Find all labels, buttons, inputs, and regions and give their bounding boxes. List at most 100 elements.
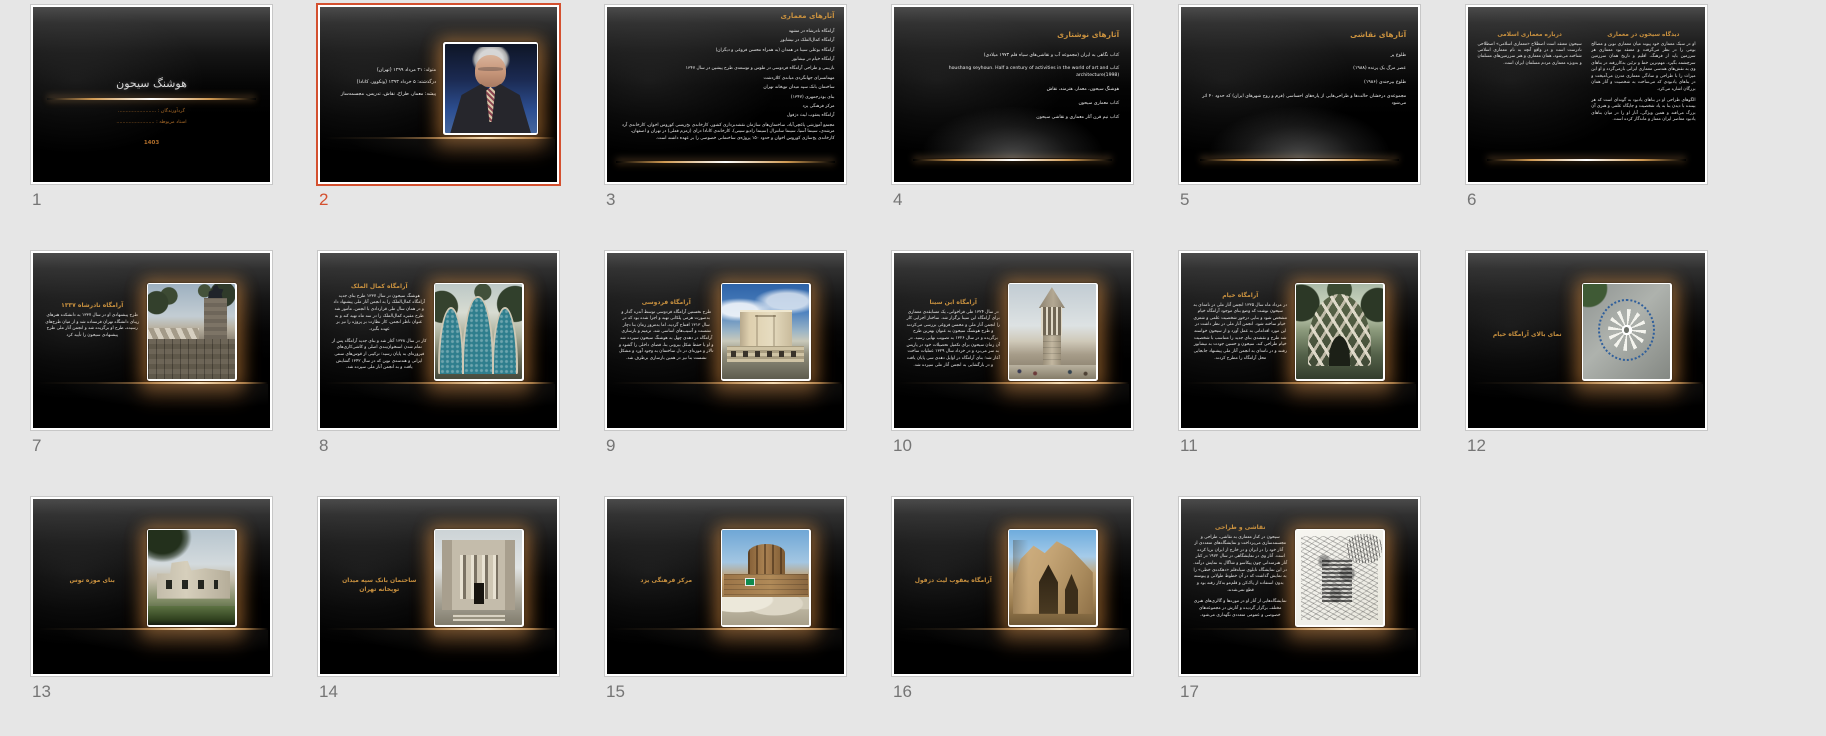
slide-canvas: دیدگاه سیحون در معماریاو در سبک معماری خ… <box>1468 7 1705 182</box>
photo-art-layer <box>453 614 505 622</box>
slide-thumbnail[interactable]: آثارهای نوشتاریکتاب نگاهی به ایران (مجمو… <box>891 4 1134 185</box>
slide-photo-frame <box>1295 283 1385 381</box>
slide-thumbnail[interactable]: مرکز فرهنگی یزد <box>604 496 847 677</box>
list-item: مرکز فرهنگی یزد <box>616 104 834 109</box>
list-item: هوشنگ سیحون، معمار، هنرمند، نقاش <box>906 87 1119 94</box>
photo-art-layer <box>475 55 506 87</box>
list-paragraph: مجتمع آموزشی یاغچی‌آباد، ساختمان‌های ساز… <box>616 123 834 143</box>
glow-shelf <box>325 382 555 384</box>
list-item: بنای بوذرجمهری (۱۳۴۷) <box>616 95 834 100</box>
byline: استاد مربوطه : ......................... <box>33 120 270 125</box>
slide-canvas: متولد: ۳۱ مرداد ۱۲۹۹ (تهران)درگذشته: ۵ خ… <box>320 7 557 182</box>
slide-cell: آرامگاه نادرشاه ۱۳۳۷ طرح پیشنهادی او در س… <box>30 250 273 456</box>
slide-text-block: آرامگاه فردوسیطرح نخستین آرامگاه فردوسی … <box>619 299 714 368</box>
slide-thumbnail[interactable]: ساختمان بانک سپه میدان توپخانه تهران <box>317 496 560 677</box>
photo-art-layer <box>474 583 484 604</box>
slide-thumbnail[interactable]: متولد: ۳۱ مرداد ۱۲۹۹ (تهران)درگذشته: ۵ خ… <box>316 3 561 186</box>
photo-caption-label: ساختمان بانک سپه میدان توپخانه تهران <box>332 576 427 594</box>
slide-number: 10 <box>893 435 1134 456</box>
slide-number: 7 <box>32 435 273 456</box>
khayyam-top-view-image <box>1583 284 1670 379</box>
portrait-image <box>445 44 537 134</box>
slide-thumbnail[interactable]: آرامگاه خیامدر مرداد ماه سال ۱۳۳۵ انجمن … <box>1178 250 1421 431</box>
yazd-center-image <box>722 530 809 625</box>
photo-art-layer <box>1013 540 1039 614</box>
bio-line: متولد: ۳۱ مرداد ۱۲۹۹ (تهران) <box>329 68 436 73</box>
glow-divider <box>1487 159 1686 161</box>
column-paragraph: الگوهای طراحی او در بناهای یادبود به گون… <box>1591 98 1695 124</box>
slide-number: 6 <box>1467 189 1708 210</box>
glow-shelf <box>1186 628 1416 630</box>
slide-heading: نقاشی و طراحی <box>1193 524 1288 531</box>
glow-shelf <box>325 137 555 139</box>
photo-art-layer <box>745 578 755 587</box>
list-item: عصر مرگ یک پرنده (۱۹۸۸) <box>1193 66 1406 73</box>
slide-number: 15 <box>606 681 847 702</box>
slide-thumbnail[interactable]: آرامگاه نادرشاه ۱۳۳۷ طرح پیشنهادی او در س… <box>30 250 273 431</box>
slide-canvas: آرامگاه نادرشاه ۱۳۳۷ طرح پیشنهادی او در س… <box>33 253 270 428</box>
glow-shelf <box>899 628 1129 630</box>
slide-number: 16 <box>893 681 1134 702</box>
slide-thumbnail[interactable]: نمای بالای آرامگاه خیام <box>1465 250 1708 431</box>
slide-heading: آرامگاه کمال الملک <box>332 283 427 290</box>
body-paragraph: هوشنگ سیحون در سال ۱۳۳۷ طرح بنای جدید آر… <box>332 294 427 334</box>
slide-photo-frame <box>1295 529 1385 627</box>
slide-canvas: نقاشی و طراحیسیحون در کنار معماری به نقا… <box>1181 499 1418 674</box>
slide-photo-frame <box>1582 283 1672 381</box>
slide-thumbnail[interactable]: آرامگاه یعقوب لیث دزفول <box>891 496 1134 677</box>
slide-number: 5 <box>1180 189 1421 210</box>
photo-art-layer <box>1322 559 1352 602</box>
photo-caption-label: مرکز فرهنگی یزد <box>619 576 714 585</box>
slide-canvas: آرامگاه فردوسیطرح نخستین آرامگاه فردوسی … <box>607 253 844 428</box>
sepah-bank-image <box>435 530 522 625</box>
slide-canvas: هوشنگ سیحونگردآورندگان : ...............… <box>33 7 270 182</box>
slide-canvas: آرامگاه یعقوب لیث دزفول <box>894 499 1131 674</box>
slide-thumbnail[interactable]: آرامگاه کمال الملک هوشنگ سیحون در سال ۱۳۳… <box>317 250 560 431</box>
slide-number: 11 <box>1180 435 1421 456</box>
glow-shelf <box>612 382 842 384</box>
slide-grid: هوشنگ سیحونگردآورندگان : ...............… <box>0 0 1708 702</box>
slide-cell: ساختمان بانک سپه میدان توپخانه تهران14 <box>317 496 560 702</box>
slide-number: 4 <box>893 189 1134 210</box>
slide-thumbnail[interactable]: آرامگاه فردوسیطرح نخستین آرامگاه فردوسی … <box>604 250 847 431</box>
slide-cell: هوشنگ سیحونگردآورندگان : ...............… <box>30 4 273 210</box>
list-item: مهمانسرای جهانگردی میانه‌ی کلاردشت <box>616 76 834 81</box>
slide-photo-frame <box>443 42 538 135</box>
slide-canvas: ساختمان بانک سپه میدان توپخانه تهران <box>320 499 557 674</box>
list-item: طلوع بیرجندی (۱۹۸۶) <box>1193 80 1406 87</box>
slide-number: 13 <box>32 681 273 702</box>
slide-photo-frame <box>147 283 237 381</box>
slide-heading: آرامگاه فردوسی <box>619 299 714 306</box>
slide-photo-frame <box>1008 283 1098 381</box>
glow-shelf <box>38 382 268 384</box>
photo-art-layer <box>204 298 227 340</box>
glow-shelf <box>325 628 555 630</box>
year-label: 1403 <box>33 140 270 146</box>
glow-shelf <box>38 628 268 630</box>
slide-cell: آثارهای نقاشیطلوع پرعصر مرگ یک پرنده (۱۹… <box>1178 4 1421 210</box>
body-paragraph: کار در سال ۱۳۳۸ آغاز شد و بنای جدید آرام… <box>332 339 427 372</box>
slide-heading: آرامگاه نادرشاه ۱۳۳۷ <box>45 302 140 309</box>
slide-cell: آرامگاه کمال الملک هوشنگ سیحون در سال ۱۳۳… <box>317 250 560 456</box>
slide-thumbnail[interactable]: آثارهای نقاشیطلوع پرعصر مرگ یک پرنده (۱۹… <box>1178 4 1421 185</box>
body-paragraph: طرح پیشنهادی او در سال ۱۳۳۷ به دانشکده ه… <box>45 313 140 340</box>
khayyam-tomb-image <box>1296 284 1383 379</box>
slide-sorter-view: هوشنگ سیحونگردآورندگان : ...............… <box>0 0 1826 736</box>
slide-heading: آثارهای معماری <box>780 12 834 20</box>
yaqub-tomb-image <box>1009 530 1096 625</box>
slide-cell: مرکز فرهنگی یزد 15 <box>604 496 847 702</box>
slide-photo-frame <box>434 529 524 627</box>
slide-thumbnail[interactable]: نقاشی و طراحیسیحون در کنار معماری به نقا… <box>1178 496 1421 677</box>
slide-text-block: نقاشی و طراحیسیحون در کنار معماری به نقا… <box>1193 524 1288 625</box>
slide-thumbnail[interactable]: آثارهای معماریآرامگاه نادرشاه در مشهدآرا… <box>604 4 847 185</box>
slide-number: 9 <box>606 435 847 456</box>
slide-thumbnail[interactable]: آرامگاه ابن سینادر سال ۱۳۲۴ طی فراخوانی،… <box>891 250 1134 431</box>
slide-canvas: نمای بالای آرامگاه خیام <box>1468 253 1705 428</box>
list-item: بازبینی و طراحی آرامگاه فردوسی در طوس و … <box>616 66 834 71</box>
slide-canvas: مرکز فرهنگی یزد <box>607 499 844 674</box>
slide-thumbnail[interactable]: هوشنگ سیحونگردآورندگان : ...............… <box>30 4 273 185</box>
text-column-left: درباره معماری اسلامیسیحون معتقد است اصطل… <box>1477 32 1581 73</box>
slide-thumbnail[interactable]: بنای موزه توس <box>30 496 273 677</box>
slide-heading: آثارهای نقاشی <box>1350 30 1406 39</box>
slide-thumbnail[interactable]: دیدگاه سیحون در معماریاو در سبک معماری خ… <box>1465 4 1708 185</box>
